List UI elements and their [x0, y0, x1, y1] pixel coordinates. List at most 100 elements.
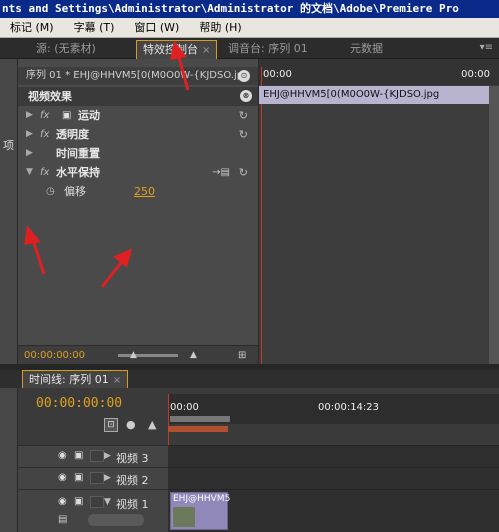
film-icon[interactable]: ▣ — [74, 450, 83, 461]
expand-triangle-icon[interactable]: ▶ — [26, 125, 33, 144]
expand-triangle-icon[interactable]: ▶ — [104, 451, 111, 461]
track-name-video2: 视频 2 — [116, 474, 149, 487]
effect-row-motion[interactable]: ▶ fx ▣ 运动 ↻ — [18, 106, 258, 125]
effect-row-opacity[interactable]: ▶ fx 透明度 ↻ — [18, 125, 258, 144]
arrowhead — [24, 225, 41, 245]
motion-icon[interactable]: ▣ — [62, 106, 71, 125]
timeline-tab-strip: 时间线: 序列 01 × — [0, 370, 499, 388]
eye-icon[interactable]: ◉ — [58, 496, 67, 507]
timeline-timecode[interactable]: 00:00:00:00 — [36, 396, 122, 411]
collapse-icon[interactable]: ⊗ — [240, 90, 252, 102]
expand-triangle-icon[interactable]: ▶ — [104, 473, 111, 483]
zoom-slider[interactable] — [118, 354, 178, 357]
timeline-ruler-start: 00:00 — [170, 402, 199, 413]
timeline-ruler[interactable]: 00:00 00:00:14:23 — [168, 394, 499, 424]
track-body-video1[interactable]: EHJ@HHVM5 — [168, 489, 499, 532]
tab-metadata[interactable]: 元数据 — [350, 40, 383, 59]
timeline-left-sliver — [0, 388, 18, 532]
track-body-video2[interactable] — [168, 467, 499, 489]
keyframe-nav-control[interactable] — [88, 514, 144, 526]
menu-title[interactable]: 字幕 (T) — [74, 18, 115, 37]
snap-icon[interactable]: ⊡ — [104, 418, 118, 432]
menu-help[interactable]: 帮助 (H) — [199, 18, 241, 37]
expand-triangle-icon[interactable]: ▶ — [26, 106, 33, 125]
film-icon[interactable]: ▣ — [74, 472, 83, 483]
effect-timeline-clip-name: EHJ@HHVM5[0(M0O0W-{KJDSO.jpg — [263, 89, 440, 100]
reset-icon[interactable]: ↻ — [239, 163, 248, 182]
render-bar — [168, 426, 228, 432]
video-effects-header: 视频效果 ⊗ — [18, 87, 258, 106]
reset-icon[interactable]: ↻ — [239, 125, 248, 144]
window-title-bar: nts and Settings\Administrator\Administr… — [0, 0, 499, 18]
fx-toggle-icon[interactable]: fx — [40, 106, 49, 125]
lock-icon[interactable] — [90, 450, 104, 462]
track-name-video3: 视频 3 — [116, 452, 149, 465]
clip-path-header: 序列 01 * EHJ@HHVM5[0(M0O0W-{KJDSO.jpg — [18, 67, 258, 85]
effect-timeline-ruler[interactable]: 00:00 00:00 — [259, 59, 499, 85]
collapse-triangle-icon[interactable]: ▼ — [104, 497, 111, 507]
clip-path-label: 序列 01 * EHJ@HHVM5[0(M0O0W-{KJDSO.jpg — [26, 70, 250, 81]
track-header-video3[interactable]: ◉ ▣ ▶ 视频 3 — [18, 445, 168, 467]
playhead-line[interactable] — [261, 67, 262, 364]
project-panel-sliver: 项 — [0, 59, 18, 364]
tab-metadata-label: 元数据 — [350, 42, 383, 55]
track-name-video1: 视频 1 — [116, 498, 149, 511]
timeline-panel: 时间线: 序列 01 × 00:00:00:00 ⊡ ● ▲ 00:00 00:0… — [0, 370, 499, 532]
display-style-icon[interactable]: ▤ — [58, 514, 67, 525]
close-icon[interactable]: × — [113, 375, 121, 386]
zoom-in-icon[interactable]: ▲ — [190, 346, 197, 365]
annotation-arrow-tab — [170, 40, 190, 91]
reset-icon[interactable]: ↻ — [239, 106, 248, 125]
effect-timeline-clip[interactable]: EHJ@HHVM5[0(M0O0W-{KJDSO.jpg — [259, 86, 489, 104]
work-area-bar[interactable] — [170, 416, 230, 422]
effect-settings-icon[interactable]: →▤ — [212, 163, 230, 182]
eye-icon[interactable]: ◉ — [58, 450, 67, 461]
panel-menu-icon[interactable]: ▾≡ — [480, 42, 493, 53]
effect-label-opacity: 透明度 — [56, 128, 89, 141]
tab-timeline[interactable]: 时间线: 序列 01 × — [22, 370, 129, 388]
tab-audio-mixer-label: 调音台: 序列 01 — [228, 42, 308, 55]
window-title: nts and Settings\Administrator\Administr… — [2, 2, 459, 15]
effect-label-motion: 运动 — [78, 109, 100, 122]
lock-icon[interactable] — [90, 496, 104, 508]
keyframe-icon[interactable]: ▲ — [148, 418, 156, 431]
lock-icon[interactable] — [90, 472, 104, 484]
marker-icon[interactable]: ● — [126, 418, 136, 431]
menu-bar: 标记 (M) 字幕 (T) 窗口 (W) 帮助 (H) — [0, 18, 499, 38]
go-to-clip-icon[interactable]: ⊙ — [238, 70, 250, 82]
tab-source-label: 源: (无素材) — [36, 42, 96, 55]
film-icon[interactable]: ▣ — [74, 496, 83, 507]
eye-icon[interactable]: ◉ — [58, 472, 67, 483]
menu-marker[interactable]: 标记 (M) — [10, 18, 54, 37]
effect-timeline-view: 00:00 00:00 EHJ@HHVM5[0(M0O0W-{KJDSO.jpg — [258, 59, 499, 364]
zoom-out-icon[interactable]: ▲ — [130, 346, 137, 365]
video-effects-label: 视频效果 — [28, 90, 72, 103]
arrow-to-value — [100, 258, 126, 288]
panel-tab-strip: 源: (无素材) 特效控制台 × 调音台: 序列 01 元数据 ▾≡ — [0, 38, 499, 59]
track-header-video2[interactable]: ◉ ▣ ▶ 视频 2 — [18, 467, 168, 489]
timeline-clip[interactable]: EHJ@HHVM5 — [170, 492, 231, 530]
clip-thumbnail — [173, 507, 195, 527]
arrowhead — [170, 40, 187, 60]
vertical-scrollbar[interactable] — [489, 86, 499, 364]
arrow-to-tab — [176, 53, 190, 91]
track-body-video3[interactable] — [168, 445, 499, 467]
annotation-arrows — [24, 225, 133, 288]
effect-controls-footer: 00:00:00:00 ▲ ▲ ⊞ — [18, 345, 258, 364]
menu-window[interactable]: 窗口 (W) — [134, 18, 179, 37]
tab-timeline-label: 时间线: 序列 01 — [29, 373, 109, 386]
fx-toggle-icon[interactable]: fx — [40, 125, 49, 144]
panel-option-icon[interactable]: ⊞ — [238, 346, 246, 365]
timeline-clip-label: EHJ@HHVM5 — [173, 494, 231, 504]
effect-controls-panel: 序列 01 * EHJ@HHVM5[0(M0O0W-{KJDSO.jpg ⊙ 视… — [18, 59, 258, 364]
ruler-end-time: 00:00 — [461, 69, 490, 80]
footer-timecode[interactable]: 00:00:00:00 — [24, 346, 85, 365]
timeline-ruler-mark: 00:00:14:23 — [318, 402, 380, 413]
ruler-start-time: 00:00 — [263, 69, 292, 80]
tab-source[interactable]: 源: (无素材) — [36, 40, 96, 59]
close-icon[interactable]: × — [202, 45, 210, 56]
sliver-label: 项 — [3, 139, 14, 152]
track-header-video1[interactable]: ◉ ▣ ▼ 视频 1 ▤ — [18, 489, 168, 532]
tab-audio-mixer[interactable]: 调音台: 序列 01 — [228, 40, 308, 59]
arrowhead — [113, 248, 133, 268]
